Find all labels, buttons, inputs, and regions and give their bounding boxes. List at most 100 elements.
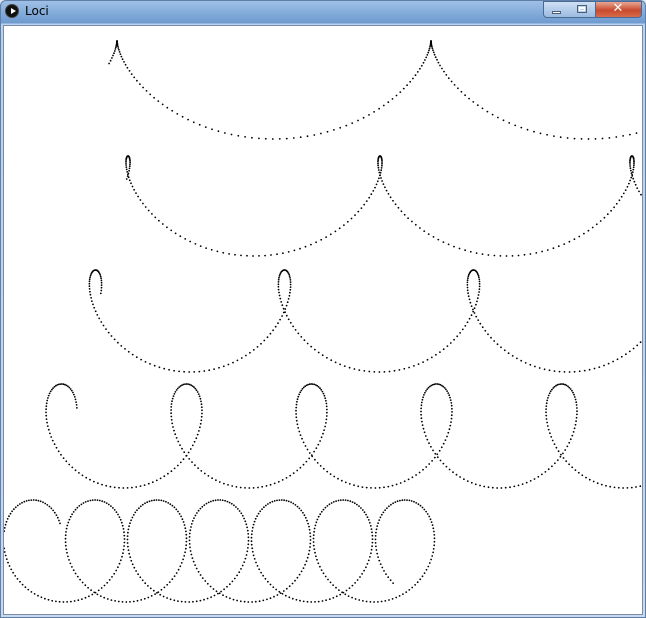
locus-dot [284, 311, 286, 314]
locus-dot [21, 583, 24, 586]
minimize-button[interactable] [543, 1, 570, 18]
locus-dot [127, 350, 130, 353]
locus-dot [338, 589, 340, 591]
locus-dot [175, 389, 178, 391]
locus-dot [4, 554, 7, 557]
locus-dot [178, 386, 181, 388]
locus-dot [622, 487, 624, 489]
locus-dot [125, 164, 127, 166]
locus-dot [472, 310, 475, 313]
locus-dot [286, 301, 289, 304]
locus-dot [199, 397, 202, 400]
locus-dot [630, 176, 633, 179]
locus-dot [585, 476, 587, 479]
locus-dot [275, 588, 278, 591]
locus-dot [427, 386, 430, 389]
locus-dot [380, 167, 383, 169]
locus-dot [314, 601, 316, 603]
locus-dot [210, 500, 212, 503]
locus-dot [287, 318, 290, 321]
locus-dot [425, 568, 428, 571]
locus-dot [124, 348, 126, 350]
locus-dot [421, 506, 424, 509]
locus-dot [153, 96, 156, 99]
locus-dot [172, 426, 174, 428]
locus-dot [170, 412, 173, 415]
locus-dot [210, 596, 213, 598]
locus-dot [430, 521, 433, 523]
locus-dot [475, 252, 478, 255]
locus-dot [196, 512, 198, 514]
locus-dot [127, 176, 130, 179]
locus-dot [238, 571, 241, 574]
locus-dot [541, 250, 543, 253]
locus-dot [55, 600, 57, 603]
locus-dot [363, 511, 366, 514]
locus-dot [472, 101, 475, 103]
locus-dot [191, 557, 194, 559]
locus-dot [292, 137, 295, 139]
locus-dot [93, 306, 96, 309]
locus-dot [300, 336, 303, 338]
maximize-button[interactable] [569, 1, 596, 18]
locus-dot [214, 499, 217, 502]
locus-dot [297, 427, 300, 429]
locus-dot [365, 600, 368, 603]
locus-dot [292, 502, 295, 505]
locus-dot [46, 399, 49, 402]
locus-dot [475, 303, 477, 306]
locus-dot [250, 536, 253, 539]
locus-dot [65, 460, 68, 463]
locus-dot [299, 136, 302, 139]
locus-dot [183, 524, 186, 526]
locus-dot [378, 177, 380, 180]
locus-dot [344, 593, 347, 596]
locus-dot [618, 199, 621, 202]
locus-dot [279, 318, 281, 321]
locus-dot [418, 471, 421, 474]
locus-dot [127, 528, 130, 531]
locus-dot [391, 598, 394, 600]
locus-dot [308, 452, 311, 454]
locus-dot [559, 383, 562, 385]
locus-dot [606, 213, 609, 216]
locus-dot [287, 298, 290, 300]
locus-dot [240, 568, 242, 570]
locus-dot [567, 385, 569, 388]
locus-dot [200, 470, 203, 472]
drawing-canvas[interactable] [3, 25, 643, 615]
locus-dot [167, 502, 170, 504]
locus-dot [195, 600, 198, 603]
locus-dot [262, 574, 264, 577]
locus-dot [317, 515, 320, 518]
locus-dot [320, 238, 323, 241]
locus-dot [424, 59, 426, 61]
locus-dot [87, 500, 89, 502]
locus-dot [241, 564, 244, 567]
locus-dot [500, 346, 502, 349]
locus-dot [411, 220, 413, 223]
locus-dot [220, 590, 223, 593]
locus-dot [103, 596, 106, 599]
locus-dot [575, 420, 577, 423]
locus-dot [117, 341, 119, 344]
locus-dot [387, 576, 390, 579]
locus-dot [342, 499, 345, 501]
locus-dot [459, 332, 461, 334]
locus-dot [373, 111, 375, 113]
locus-dot [117, 600, 120, 603]
locus-dot [319, 387, 321, 390]
locus-dot [174, 433, 177, 436]
locus-dot [199, 422, 202, 425]
locus-dot [306, 600, 309, 603]
locus-dot [415, 474, 417, 476]
locus-dot [158, 366, 161, 369]
locus-dot [89, 478, 91, 481]
close-button[interactable]: ✕ [596, 1, 642, 18]
play-circle-icon[interactable] [5, 4, 19, 18]
locus-dot [88, 595, 90, 598]
title-bar[interactable]: Loci ✕ [1, 1, 645, 23]
locus-dot [568, 371, 571, 373]
locus-dot [126, 535, 129, 537]
locus-dot [429, 385, 431, 388]
